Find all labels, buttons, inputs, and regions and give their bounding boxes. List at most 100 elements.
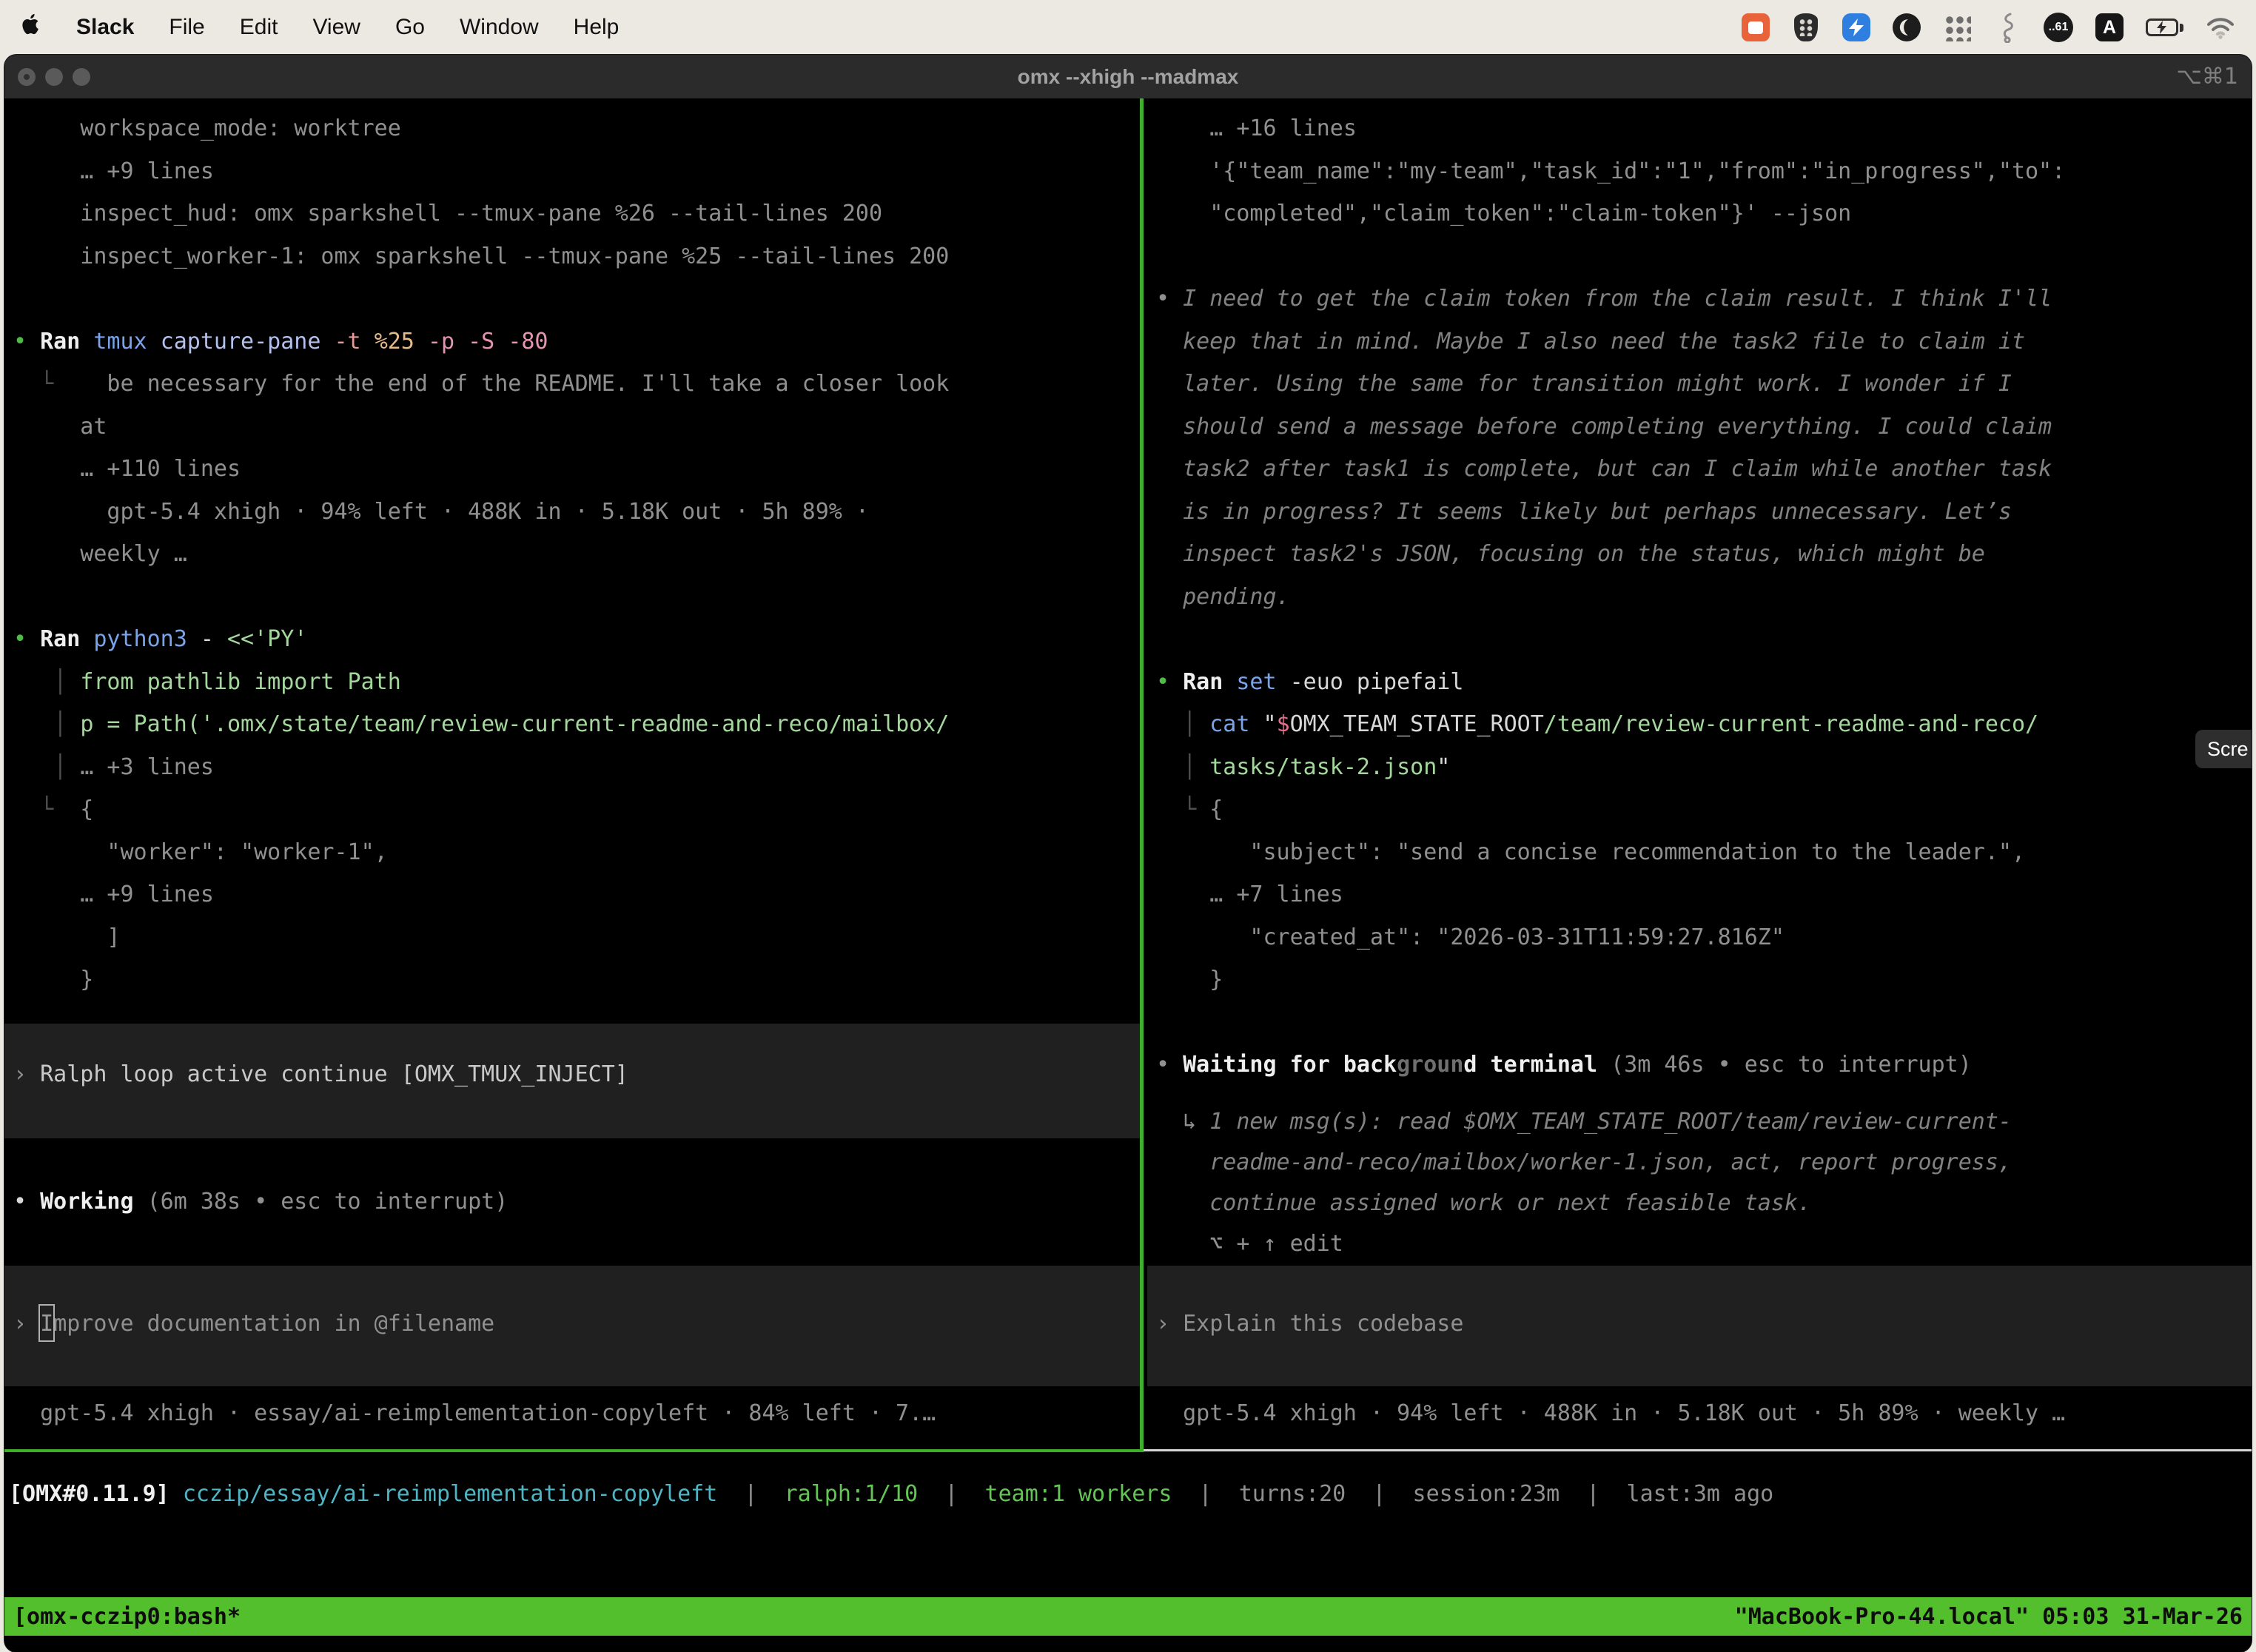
text-segment: $ xyxy=(1277,711,1290,737)
terminal-line: } xyxy=(13,958,1140,1001)
text-segment: be necessary for the end of the README. … xyxy=(53,371,949,397)
text-segment: › xyxy=(1156,1311,1183,1337)
text-segment: later. Using the same for transition mig… xyxy=(1156,371,2012,397)
thinking-block: • I need to get the claim token from the… xyxy=(1156,278,2252,618)
terminal-line: task2 after task1 is complete, but can I… xyxy=(1156,448,2252,491)
terminal-line: › Ralph loop active continue [OMX_TMUX_I… xyxy=(13,1053,1140,1096)
text-segment xyxy=(1156,796,1183,822)
squiggle-icon[interactable] xyxy=(1993,11,2021,44)
right-terminal-pane[interactable]: … +16 lines '{"team_name":"my-team","tas… xyxy=(1147,98,2252,1449)
terminal-line: • Waiting for background terminal (3m 46… xyxy=(1156,1044,2252,1087)
terminal-line: ] xyxy=(13,916,1140,959)
countdown-badge[interactable]: ..61 xyxy=(2044,13,2073,42)
pane-divider[interactable] xyxy=(1140,98,1144,1449)
text-segment: workspace_mode: worktree xyxy=(13,115,401,141)
text-segment: %25 xyxy=(375,329,428,355)
blue-app-icon[interactable] xyxy=(1842,11,1870,44)
text-segment: … +7 lines xyxy=(1156,882,1343,907)
terminal-line: • Ran python3 - <<'PY' xyxy=(13,618,1140,661)
apple-logo-icon xyxy=(21,13,41,42)
left-pane-bottom-border xyxy=(4,1449,1144,1452)
screen-share-icon[interactable] xyxy=(1742,11,1770,44)
window-title: omx --xhigh --madmax xyxy=(4,65,2252,89)
terminal-line: keep that in mind. Maybe I also need the… xyxy=(1156,320,2252,363)
text-segment: │ xyxy=(53,754,80,780)
terminal-line: │ tasks/task-2.json" xyxy=(1156,746,2252,789)
text-segment: -t xyxy=(335,329,375,355)
terminal-line: └ be necessary for the end of the README… xyxy=(13,363,1140,406)
text-segment: "subject": "send a concise recommendatio… xyxy=(1156,839,2025,865)
text-segment: | xyxy=(918,1481,984,1507)
terminal-line: continue assigned work or next feasible … xyxy=(1156,1183,2252,1223)
terminal-line: "worker": "worker-1", xyxy=(13,831,1140,874)
wifi-icon[interactable] xyxy=(2206,11,2235,44)
text-segment: team:1 workers xyxy=(985,1481,1172,1507)
right-pane-bottom-border xyxy=(1144,1449,2252,1451)
terminal-line: should send a message before completing … xyxy=(1156,406,2252,449)
text-segment: tasks/task-2.json xyxy=(1209,754,1437,780)
terminal-line: at xyxy=(13,406,1140,449)
menu-item-file[interactable]: File xyxy=(169,15,204,40)
battery-charging-icon[interactable] xyxy=(2146,11,2183,44)
ran-python-block: • Ran python3 - <<'PY' │ from pathlib im… xyxy=(13,618,1140,1001)
text-segment: | xyxy=(717,1481,784,1507)
terminal-line: gpt-5.4 xhigh · 94% left · 488K in · 5.1… xyxy=(13,491,1140,534)
text-segment: gpt-5.4 xhigh · essay/ai-reimplementatio… xyxy=(13,1400,936,1426)
menu-item-help[interactable]: Help xyxy=(574,15,620,40)
foot-block: gpt-5.4 xhigh · essay/ai-reimplementatio… xyxy=(13,1392,1140,1435)
tmux-session-label: [omx-cczip0:bash* xyxy=(13,1604,241,1630)
text-segment: │ xyxy=(53,711,80,737)
text-segment: task2 after task1 is complete, but can I… xyxy=(1156,456,2052,482)
text-segment: -S xyxy=(468,329,508,355)
waiting-block: • Waiting for background terminal (3m 46… xyxy=(1156,1044,2252,1087)
text-segment: } xyxy=(1156,967,1223,993)
keyboard-layout-badge[interactable]: A xyxy=(2095,13,2124,41)
menu-item-slack[interactable]: Slack xyxy=(76,15,134,40)
text-segment: cat xyxy=(1209,711,1263,737)
text-segment: continue assigned work or next feasible … xyxy=(1156,1190,1811,1216)
text-segment: python3 xyxy=(93,626,201,652)
terminal-line: ⌥ + ↑ edit xyxy=(1156,1223,2252,1264)
terminal-window: omx --xhigh --madmax ⌥⌘1 workspace_mode:… xyxy=(4,55,2252,1652)
text-segment: | xyxy=(1560,1481,1626,1507)
text-segment: inspect_worker-1: omx sparkshell --tmux-… xyxy=(13,244,949,269)
dots-grid-icon[interactable] xyxy=(1943,11,1971,44)
left-terminal-pane[interactable]: workspace_mode: worktree … +9 lines insp… xyxy=(4,98,1140,1449)
text-segment: ] xyxy=(13,924,121,950)
terminal-line: "created_at": "2026-03-31T11:59:27.816Z" xyxy=(1156,916,2252,959)
text-segment: d terminal xyxy=(1463,1052,1611,1078)
ralph-band-block: › Ralph loop active continue [OMX_TMUX_I… xyxy=(4,1024,1140,1138)
text-segment: OMX_TEAM_STATE_ROOT xyxy=(1290,711,1544,737)
menu-item-view[interactable]: View xyxy=(312,15,360,40)
text-segment: | xyxy=(1172,1481,1238,1507)
terminal-line: … +110 lines xyxy=(13,448,1140,491)
text-segment: Ralph loop active continue [OMX_TMUX_INJ… xyxy=(40,1061,628,1087)
prompt-band-block: › Explain this codebase xyxy=(1147,1266,2252,1386)
text-segment: ↳ xyxy=(1156,1109,1209,1135)
apple-menu[interactable] xyxy=(21,13,41,42)
menu-item-go[interactable]: Go xyxy=(395,15,425,40)
terminal-line: later. Using the same for transition mig… xyxy=(1156,363,2252,406)
tmux-host-clock: "MacBook-Pro-44.local" 05:03 31-Mar-26 xyxy=(1735,1604,2243,1630)
menu-item-edit[interactable]: Edit xyxy=(240,15,278,40)
terminal-line: "completed","claim_token":"claim-token"}… xyxy=(1156,192,2252,235)
shield-icon[interactable] xyxy=(1792,11,1820,44)
zoom-window-button[interactable] xyxy=(73,68,90,86)
text-segment: I need to get the claim token from the c… xyxy=(1183,286,2052,312)
text-segment: • xyxy=(13,626,40,652)
menu-item-window[interactable]: Window xyxy=(460,15,539,40)
text-segment: groun xyxy=(1397,1052,1463,1078)
terminal-line: ↳ 1 new msg(s): read $OMX_TEAM_STATE_ROO… xyxy=(1156,1101,2252,1142)
terminal-line: pending. xyxy=(1156,576,2252,619)
text-segment: mprove documentation in @filename xyxy=(53,1311,494,1337)
foot-block: gpt-5.4 xhigh · 94% left · 488K in · 5.1… xyxy=(1156,1392,2252,1435)
terminal-line: inspect task2's JSON, focusing on the st… xyxy=(1156,533,2252,576)
text-segment: tmux xyxy=(93,329,160,355)
text-segment: (6m 38s • esc to interrupt) xyxy=(147,1189,508,1215)
text-segment: … +16 lines xyxy=(1156,115,1357,141)
close-window-button[interactable] xyxy=(18,68,36,86)
text-segment: { xyxy=(53,796,93,822)
text-segment: … +110 lines xyxy=(13,456,241,482)
minimize-window-button[interactable] xyxy=(45,68,63,86)
moon-circle-icon[interactable] xyxy=(1893,11,1921,44)
